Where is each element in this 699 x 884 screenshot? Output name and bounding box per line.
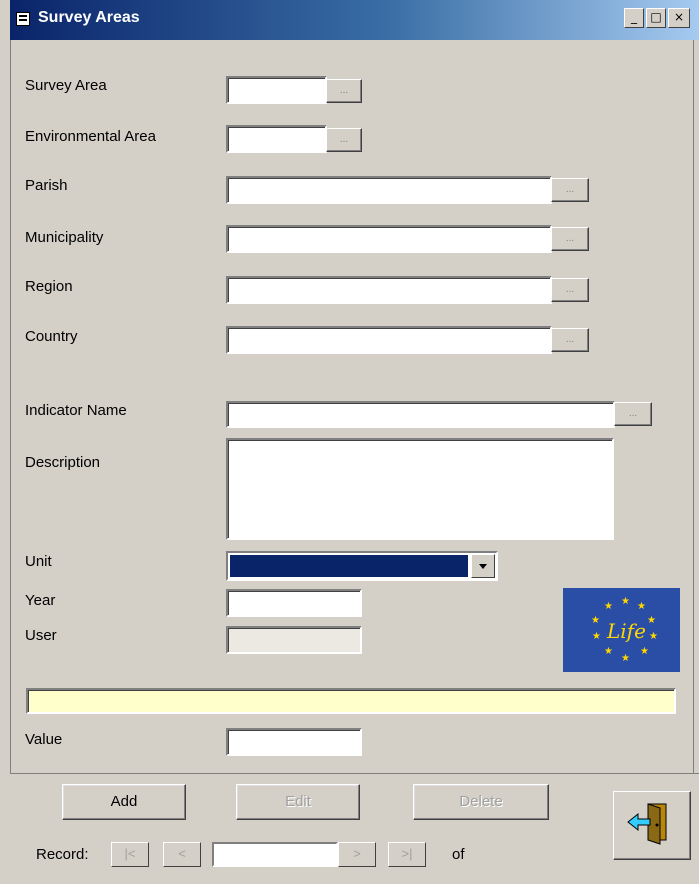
add-button[interactable]: Add [62,784,186,820]
region-label: Region [25,278,73,295]
close-button[interactable]: × [668,8,690,28]
record-number-input[interactable] [212,842,338,867]
unit-select[interactable] [226,551,498,581]
last-record-button[interactable]: >| [388,842,426,867]
delete-button[interactable]: Delete [413,784,549,820]
environmental-area-browse-button[interactable]: ... [326,128,362,152]
title-bar[interactable]: Survey Areas _ □ × [10,0,699,40]
edit-button[interactable]: Edit [236,784,360,820]
country-label: Country [25,328,78,345]
year-input[interactable] [226,589,362,617]
exit-button[interactable] [613,791,691,860]
dropdown-arrow-icon[interactable] [471,554,495,578]
parish-input[interactable] [226,176,552,204]
life-logo: ★ ★ ★ ★ ★ ★ ★ ★ ★ ★ Life [563,588,680,672]
previous-record-button[interactable]: < [163,842,201,867]
window-title: Survey Areas [38,9,140,26]
svg-text:★: ★ [647,615,656,626]
municipality-input[interactable] [226,225,552,253]
svg-text:★: ★ [604,601,613,612]
description-textarea[interactable] [226,438,614,540]
unit-label: Unit [25,553,52,570]
svg-text:★: ★ [640,646,649,657]
svg-text:★: ★ [649,631,658,642]
svg-text:★: ★ [621,596,630,607]
record-label: Record: [36,846,89,863]
svg-text:★: ★ [637,601,646,612]
indicator-name-input[interactable] [226,401,615,428]
indicator-name-browse-button[interactable]: ... [614,402,652,426]
svg-text:★: ★ [591,615,600,626]
municipality-browse-button[interactable]: ... [551,227,589,251]
first-record-button[interactable]: |< [111,842,149,867]
window-right-edge [693,40,699,883]
environmental-area-input[interactable] [226,125,327,153]
maximize-button[interactable]: □ [646,8,666,28]
parish-label: Parish [25,177,68,194]
status-field[interactable] [26,688,676,714]
exit-door-icon [627,803,667,845]
record-count-label: of [452,846,465,863]
minimize-button[interactable]: _ [624,8,644,28]
indicator-name-label: Indicator Name [25,402,127,419]
municipality-label: Municipality [25,229,104,246]
value-label: Value [25,731,63,748]
environmental-area-label: Environmental Area [25,128,156,145]
survey-area-input[interactable] [226,76,327,104]
svg-text:★: ★ [604,646,613,657]
form-icon [16,12,30,26]
country-browse-button[interactable]: ... [551,328,589,352]
country-input[interactable] [226,326,552,354]
description-label: Description [25,454,101,471]
svg-text:★: ★ [592,631,601,642]
survey-area-browse-button[interactable]: ... [326,79,362,103]
next-record-button[interactable]: > [338,842,376,867]
region-input[interactable] [226,276,552,304]
survey-area-label: Survey Area [25,77,107,94]
survey-areas-window: Survey Areas _ □ × Survey Area ... Envir… [0,0,699,884]
unit-selected-value [230,555,468,577]
region-browse-button[interactable]: ... [551,278,589,302]
user-label: User [25,627,57,644]
year-label: Year [25,592,56,609]
user-input [226,626,362,654]
parish-browse-button[interactable]: ... [551,178,589,202]
value-input[interactable] [226,728,362,756]
life-logo-text: Life [606,619,646,643]
svg-text:★: ★ [621,653,630,664]
